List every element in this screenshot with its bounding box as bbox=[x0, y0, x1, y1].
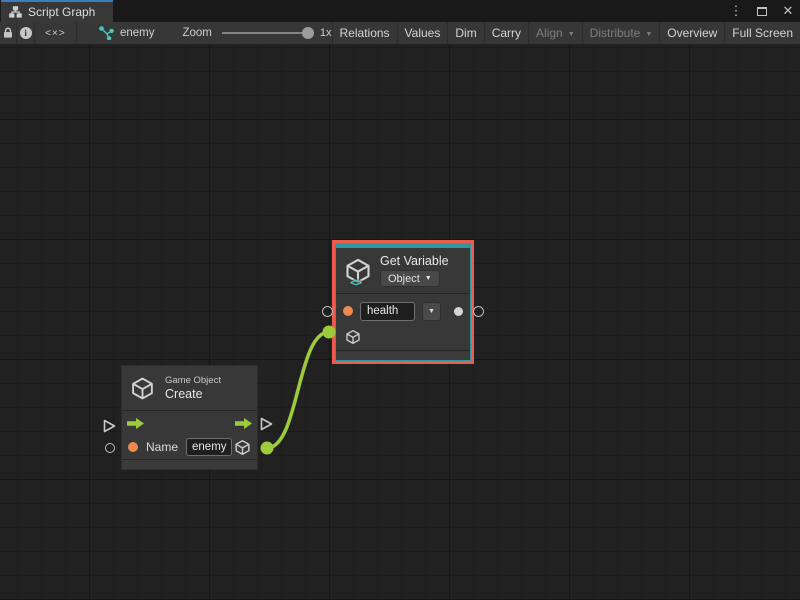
node-header: Game Object Create bbox=[122, 366, 257, 410]
chevron-down-icon: ▼ bbox=[645, 31, 652, 38]
game-object-output-icon[interactable] bbox=[234, 439, 251, 456]
chevron-down-icon: ▼ bbox=[428, 308, 435, 315]
inspect-button[interactable]: i bbox=[17, 22, 34, 44]
variable-name-row: health ▼ bbox=[336, 297, 470, 325]
relations-button[interactable]: Relations bbox=[332, 22, 397, 44]
zoom-label: Zoom bbox=[182, 27, 211, 39]
close-icon[interactable]: ✕ bbox=[780, 2, 796, 20]
gv-left-value-port[interactable] bbox=[322, 306, 333, 317]
wire-endpoint-source[interactable] bbox=[261, 442, 274, 455]
values-button[interactable]: Values bbox=[397, 22, 448, 44]
code-view-button[interactable]: <×> bbox=[35, 22, 77, 44]
node-footer bbox=[122, 459, 257, 469]
node-get-variable[interactable]: <> Get Variable Object ▼ health ▼ bbox=[332, 240, 474, 364]
name-input[interactable]: enemy bbox=[186, 438, 232, 456]
name-input-row: Name enemy bbox=[122, 436, 257, 460]
node-subtitle: Game Object bbox=[165, 375, 221, 386]
titlebar: Script Graph ⋮ ✕ bbox=[0, 0, 800, 22]
node-header: <> Get Variable Object ▼ bbox=[336, 248, 470, 293]
zoom-control: Zoom 1x bbox=[182, 22, 331, 44]
flow-ports-row bbox=[122, 410, 257, 436]
graph-name-label: enemy bbox=[120, 27, 155, 39]
tab-label: Script Graph bbox=[28, 5, 95, 19]
fullscreen-button[interactable]: Full Screen bbox=[724, 22, 800, 44]
node-title: Create bbox=[165, 387, 221, 401]
tab-script-graph[interactable]: Script Graph bbox=[1, 0, 113, 22]
variable-picker-dropdown[interactable]: ▼ bbox=[422, 302, 441, 321]
variable-scope-dropdown[interactable]: Object ▼ bbox=[380, 270, 440, 287]
overview-button[interactable]: Overview bbox=[659, 22, 724, 44]
dim-button[interactable]: Dim bbox=[447, 22, 483, 44]
goc-flow-in-port[interactable] bbox=[103, 419, 116, 433]
distribute-button[interactable]: Distribute▼ bbox=[582, 22, 660, 44]
graph-hierarchy-icon bbox=[9, 6, 22, 18]
toolbar: i <×> enemy Zoom 1x Relations bbox=[0, 22, 800, 44]
flow-input-arrow-icon[interactable] bbox=[127, 418, 144, 429]
object-type-icon: <> bbox=[350, 276, 361, 289]
carry-button[interactable]: Carry bbox=[484, 22, 528, 44]
graph-ref-icon bbox=[99, 26, 114, 40]
game-object-cube-icon bbox=[130, 376, 155, 401]
zoom-value: 1x bbox=[320, 27, 332, 39]
value-port-icon[interactable] bbox=[128, 442, 138, 452]
flow-output-arrow-icon[interactable] bbox=[235, 418, 252, 429]
graph-canvas[interactable]: Game Object Create Name enemy bbox=[0, 44, 800, 600]
lock-icon bbox=[2, 27, 14, 39]
value-port-icon[interactable] bbox=[343, 306, 353, 316]
lock-button[interactable] bbox=[0, 22, 17, 44]
gv-right-output-port[interactable] bbox=[473, 306, 484, 317]
node-body: health ▼ bbox=[336, 293, 470, 360]
node-create-game-object[interactable]: Game Object Create Name enemy bbox=[121, 365, 258, 470]
chevron-down-icon: ▼ bbox=[425, 275, 432, 282]
zoom-slider[interactable] bbox=[222, 32, 312, 34]
name-label: Name bbox=[146, 440, 178, 454]
script-graph-window: Script Graph ⋮ ✕ i <×> bbox=[0, 0, 800, 600]
align-button[interactable]: Align▼ bbox=[528, 22, 582, 44]
maximize-icon[interactable] bbox=[754, 2, 770, 20]
toolbar-buttons: Relations Values Dim Carry Align▼ Distri… bbox=[332, 22, 800, 44]
info-icon: i bbox=[20, 27, 32, 39]
game-object-input-icon[interactable] bbox=[345, 329, 361, 345]
variable-name-input[interactable]: health bbox=[360, 302, 415, 321]
chevron-down-icon: ▼ bbox=[568, 31, 575, 38]
goc-left-value-port[interactable] bbox=[105, 443, 115, 453]
window-menu-icon[interactable]: ⋮ bbox=[728, 2, 744, 20]
target-object-row bbox=[336, 325, 470, 349]
graph-reference[interactable]: enemy bbox=[99, 22, 155, 44]
zoom-slider-handle[interactable] bbox=[302, 27, 314, 39]
output-port-icon[interactable] bbox=[454, 307, 463, 316]
window-controls: ⋮ ✕ bbox=[728, 0, 796, 22]
goc-flow-out-port[interactable] bbox=[260, 417, 273, 431]
node-footer bbox=[336, 350, 470, 360]
node-title: Get Variable bbox=[380, 254, 449, 268]
